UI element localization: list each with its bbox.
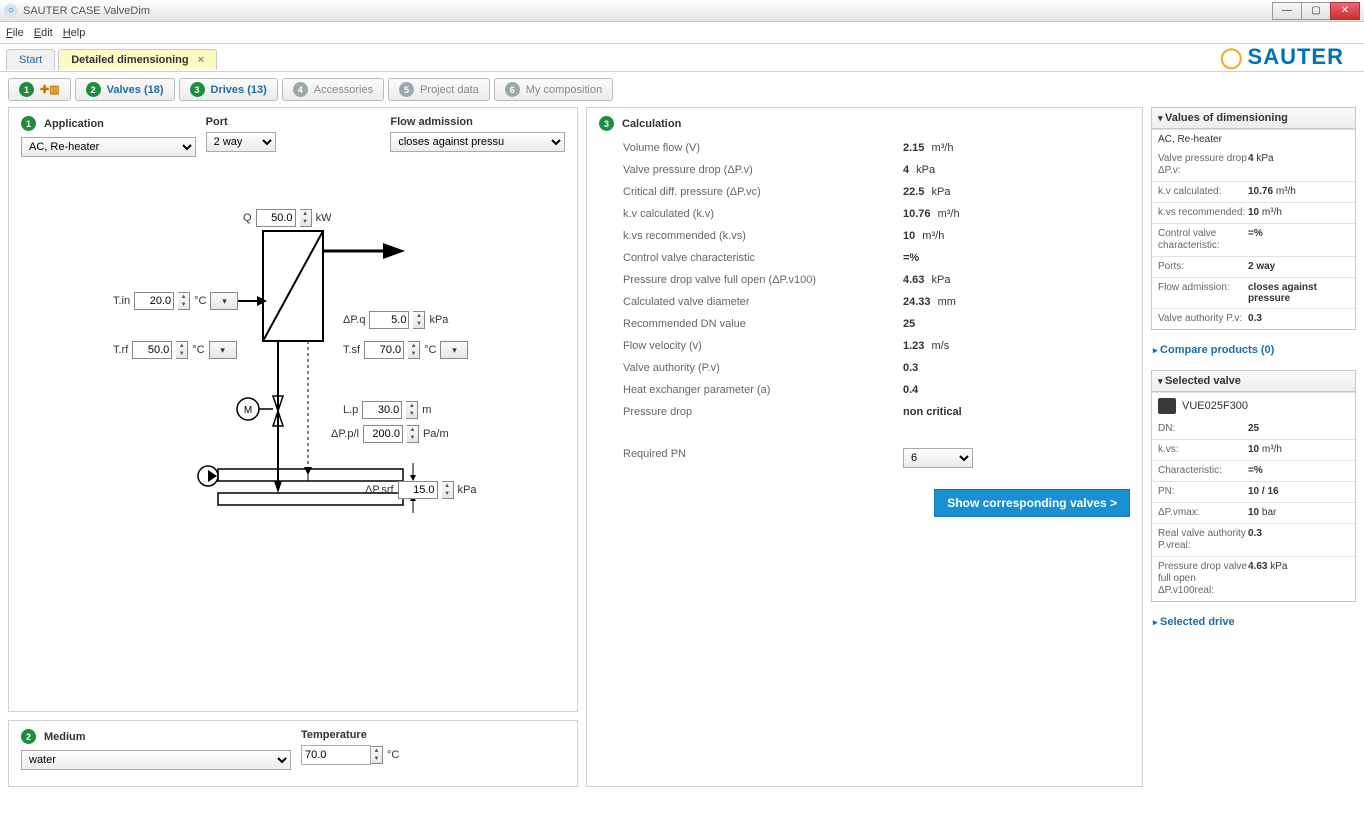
calc-row: Heat exchanger parameter (a)0.4 (623, 379, 1130, 401)
dPsrf-field[interactable] (398, 481, 438, 499)
unit-select[interactable]: ▾ (210, 292, 238, 310)
valve-row: k.vs:10 m³/h (1152, 439, 1355, 460)
input-Q: Q▲▼kW (243, 209, 331, 227)
close-button[interactable]: ✕ (1330, 2, 1360, 20)
application-label: Application (44, 118, 104, 130)
spinner[interactable]: ▲▼ (300, 209, 312, 227)
step-my-composition[interactable]: 6My composition (494, 78, 613, 101)
Trf-field[interactable] (132, 341, 172, 359)
calc-row: Pressure drop valve full open (ΔP.v100)4… (623, 269, 1130, 291)
medium-select[interactable]: water (21, 750, 291, 770)
dim-row: Valve pressure drop ΔP.v:4 kPa (1152, 149, 1355, 181)
input-Lp: L.p▲▼m (343, 401, 431, 419)
window-title: SAUTER CASE ValveDim (23, 5, 150, 17)
calc-row: Calculated valve diameter24.33 mm (623, 291, 1130, 313)
temperature-label: Temperature (301, 729, 441, 741)
tab-label: Detailed dimensioning (71, 54, 188, 66)
valve-row: ΔP.vmax:10 bar (1152, 502, 1355, 523)
step-1[interactable]: 1✚▥ (8, 78, 71, 101)
valve-row: Real valve authority P.vreal:0.3 (1152, 523, 1355, 556)
medium-panel: 2Medium water Temperature ▲▼ °C (8, 720, 578, 787)
app-icon: ○ (4, 4, 18, 18)
step-accessories[interactable]: 4Accessories (282, 78, 384, 101)
selected-valve-panel: Selected valve VUE025F300 DN:25k.vs:10 m… (1151, 370, 1356, 602)
calc-row: Valve pressure drop (ΔP.v)4 kPa (623, 159, 1130, 181)
maximize-button[interactable]: ▢ (1301, 2, 1331, 20)
step-project-data[interactable]: 5Project data (388, 78, 490, 101)
values-dimensioning-panel: Values of dimensioning AC, Re-heater Val… (1151, 107, 1356, 330)
selected-valve-name: VUE025F300 (1182, 400, 1248, 412)
valve-row: PN:10 / 16 (1152, 481, 1355, 502)
calc-row: Control valve characteristic=% (623, 247, 1130, 269)
tab-start[interactable]: Start (6, 49, 55, 70)
port-label: Port (206, 116, 381, 128)
calc-row: Pressure dropnon critical (623, 401, 1130, 423)
calculation-panel: 3Calculation Volume flow (V)2.15 m³/hVal… (586, 107, 1143, 787)
svg-text:M: M (244, 405, 252, 416)
input-dPq: ΔP.q▲▼kPa (343, 311, 448, 329)
application-select[interactable]: AC, Re-heater (21, 137, 196, 157)
medium-label: Medium (44, 731, 86, 743)
temperature-field[interactable] (301, 745, 371, 765)
compare-products-link[interactable]: Compare products (0) (1151, 340, 1356, 360)
valve-row: Characteristic:=% (1152, 460, 1355, 481)
Lp-field[interactable] (362, 401, 402, 419)
input-Tsf: T.sf▲▼°C▾ (343, 341, 468, 359)
calc-row: Volume flow (V)2.15 m³/h (623, 137, 1130, 159)
valve-icon (1158, 398, 1176, 414)
dim-row: Flow admission:closes against pressure (1152, 277, 1355, 308)
dim-row: Control valve characteristic:=% (1152, 223, 1355, 256)
Tsf-field[interactable] (364, 341, 404, 359)
calc-row: Flow velocity (v)1.23 m/s (623, 335, 1130, 357)
show-valves-button[interactable]: Show corresponding valves > (934, 489, 1130, 517)
input-Tin: T.in▲▼°C▾ (113, 292, 238, 310)
application-panel: 1Application AC, Re-heater Port 2 way Fl… (8, 107, 578, 712)
calc-row: Critical diff. pressure (ΔP.vc)22.5 kPa (623, 181, 1130, 203)
calc-row: Valve authority (P.v)0.3 (623, 357, 1130, 379)
title-bar: ○ SAUTER CASE ValveDim — ▢ ✕ (0, 0, 1364, 22)
selected-drive-link[interactable]: Selected drive (1151, 612, 1356, 632)
selected-valve-header[interactable]: Selected valve (1152, 371, 1355, 392)
menu-bar: File Edit Help (0, 22, 1364, 44)
menu-help[interactable]: Help (63, 27, 86, 39)
step-drives[interactable]: 3Drives (13) (179, 78, 278, 101)
dim-row: k.vs recommended:10 m³/h (1152, 202, 1355, 223)
calc-row: Recommended DN value25 (623, 313, 1130, 335)
tab-detailed-dimensioning[interactable]: Detailed dimensioning × (58, 49, 217, 70)
input-Trf: T.rf▲▼°C▾ (113, 341, 237, 359)
step-valves[interactable]: 2Valves (18) (75, 78, 175, 101)
valve-row: DN:25 (1152, 419, 1355, 439)
input-dPsrf: ΔP.srf▲▼kPa (365, 481, 477, 499)
dPq-field[interactable] (369, 311, 409, 329)
document-tabs: Start Detailed dimensioning × ◯SAUTER (0, 44, 1364, 72)
brand-logo: ◯SAUTER (1220, 44, 1344, 70)
minimize-button[interactable]: — (1272, 2, 1302, 20)
calculation-label: Calculation (622, 118, 681, 130)
flow-admission-select[interactable]: closes against pressu (390, 132, 565, 152)
menu-edit[interactable]: Edit (34, 27, 53, 39)
calc-row: k.v calculated (k.v)10.76 m³/h (623, 203, 1130, 225)
dim-row: k.v calculated:10.76 m³/h (1152, 181, 1355, 202)
input-dPpl: ΔP.p/l▲▼Pa/m (331, 425, 449, 443)
port-select[interactable]: 2 way (206, 132, 276, 152)
dPpl-field[interactable] (363, 425, 403, 443)
flow-label: Flow admission (390, 116, 565, 128)
dim-row: Ports:2 way (1152, 256, 1355, 277)
valve-row: Pressure drop valve full open ΔP.v100rea… (1152, 556, 1355, 601)
menu-file[interactable]: File (6, 27, 24, 39)
required-pn-label: Required PN (623, 448, 903, 468)
new-icon: ✚▥ (40, 83, 60, 96)
dim-row: Valve authority P.v:0.3 (1152, 308, 1355, 329)
tab-close-icon[interactable]: × (198, 54, 204, 66)
step-tabs: 1✚▥ 2Valves (18) 3Drives (13) 4Accessori… (0, 72, 1364, 107)
values-dimensioning-header[interactable]: Values of dimensioning (1152, 108, 1355, 129)
schematic-diagram: M (113, 181, 473, 541)
required-pn-select[interactable]: 6 (903, 448, 973, 468)
calc-row: k.vs recommended (k.vs)10 m³/h (623, 225, 1130, 247)
Q-field[interactable] (256, 209, 296, 227)
Tin-field[interactable] (134, 292, 174, 310)
